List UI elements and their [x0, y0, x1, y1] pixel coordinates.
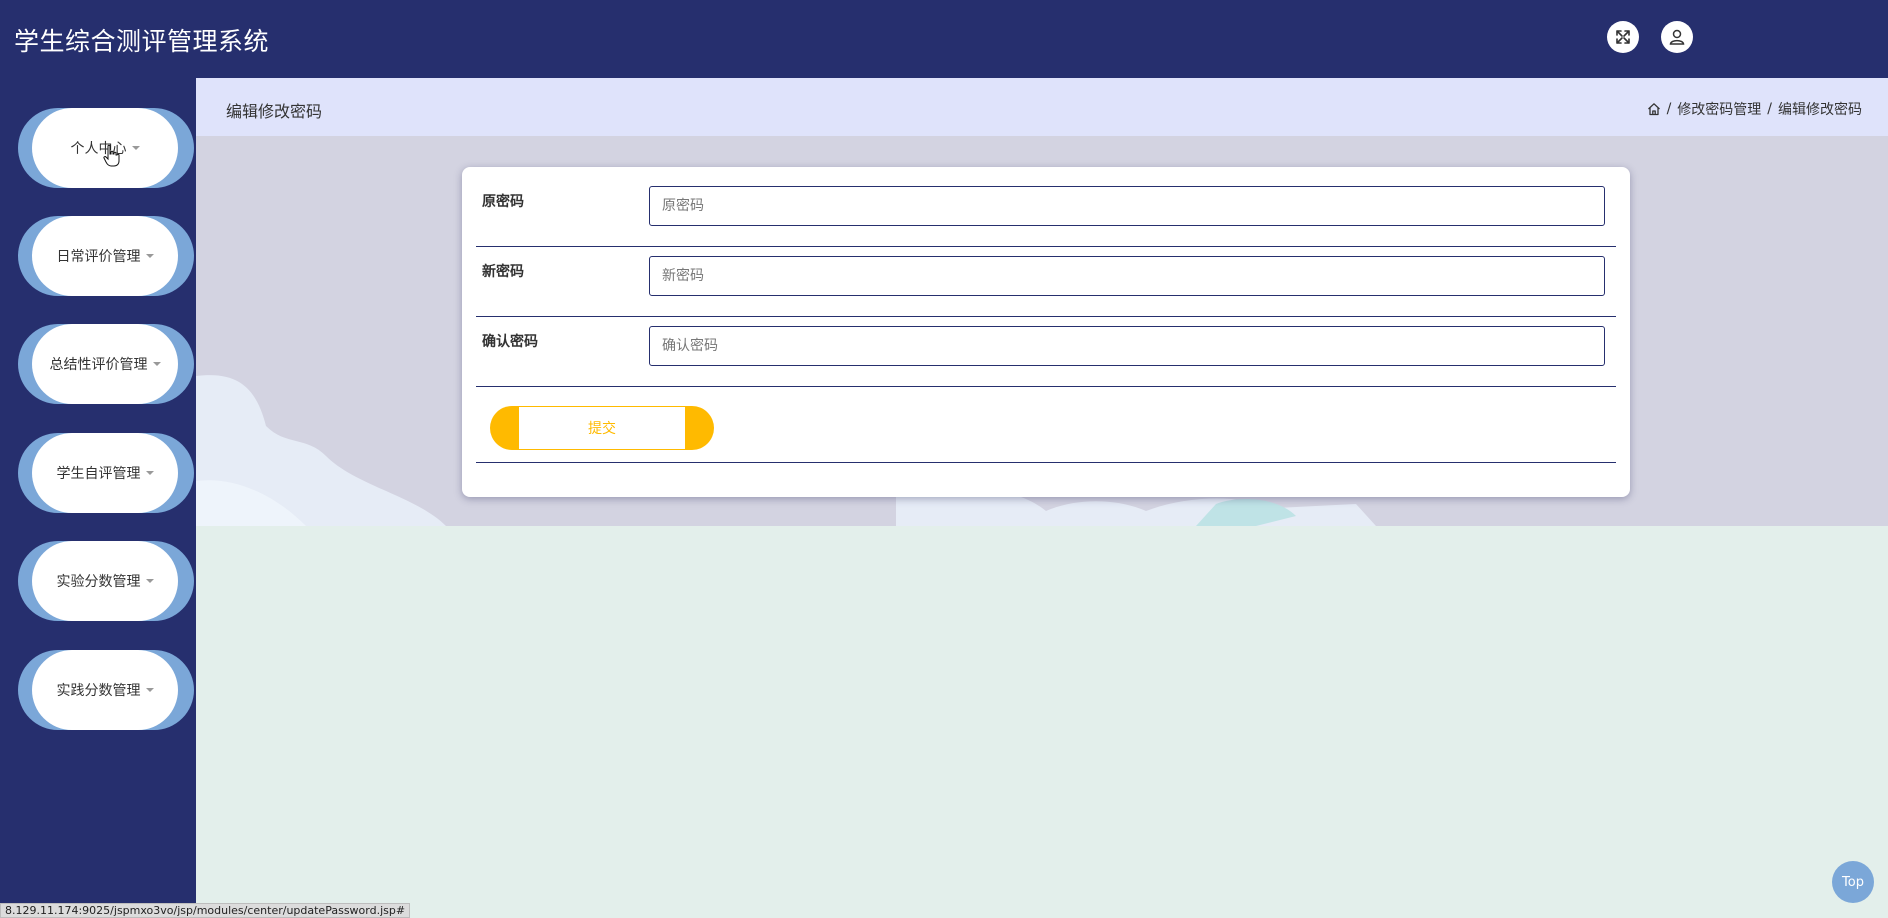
- sidebar-item-practice-scores[interactable]: 实践分数管理: [18, 650, 194, 730]
- sidebar-item-label: 学生自评管理: [56, 466, 141, 482]
- menu-pill: 实践分数管理: [32, 650, 178, 730]
- menu-pill: 日常评价管理: [32, 216, 178, 296]
- submit-button-label: 提交: [519, 407, 685, 449]
- form-row-confirm-password: 确认密码: [476, 317, 1616, 387]
- chevron-down-icon: [131, 146, 140, 150]
- app-title: 学生综合测评管理系统: [14, 27, 270, 56]
- new-password-input[interactable]: [649, 256, 1605, 296]
- confirm-password-input[interactable]: [649, 326, 1605, 366]
- sidebar-item-label: 总结性评价管理: [49, 357, 148, 373]
- home-icon[interactable]: [1647, 102, 1661, 116]
- user-menu-button[interactable]: [1661, 21, 1693, 53]
- menu-pill: 总结性评价管理: [32, 324, 178, 404]
- chevron-down-icon: [145, 579, 154, 583]
- sidebar-item-lab-scores[interactable]: 实验分数管理: [18, 541, 194, 621]
- hand-cursor-icon: [103, 144, 120, 167]
- back-to-top-button[interactable]: Top: [1832, 861, 1874, 903]
- form-row-new-password: 新密码: [476, 247, 1616, 317]
- breadcrumb: / 修改密码管理 / 编辑修改密码: [1647, 99, 1862, 119]
- user-icon: [1668, 28, 1686, 46]
- sidebar-item-label: 实践分数管理: [56, 683, 141, 699]
- form-row-old-password: 原密码: [476, 177, 1616, 247]
- new-password-label: 新密码: [482, 264, 524, 280]
- old-password-label: 原密码: [482, 194, 524, 210]
- fullscreen-button[interactable]: [1607, 21, 1639, 53]
- page-title: 编辑修改密码: [226, 102, 323, 121]
- breadcrumb-separator: /: [1767, 101, 1772, 117]
- chevron-down-icon: [145, 254, 154, 258]
- sidebar: 个人中心 日常评价管理 总结性评价管理 学生自评管理 实验分数管理 实践分数管理: [0, 78, 196, 918]
- breadcrumb-separator: /: [1666, 101, 1672, 117]
- sidebar-item-daily-evaluation[interactable]: 日常评价管理: [18, 216, 194, 296]
- password-form-card: 原密码 新密码 确认密码 提交: [462, 167, 1630, 497]
- sidebar-item-summative-evaluation[interactable]: 总结性评价管理: [18, 324, 194, 404]
- fullscreen-icon: [1614, 28, 1632, 46]
- breadcrumb-item-current: 编辑修改密码: [1778, 102, 1862, 118]
- sidebar-item-label: 实验分数管理: [56, 574, 141, 590]
- chevron-down-icon: [145, 471, 154, 475]
- breadcrumb-item-password-management[interactable]: 修改密码管理: [1677, 99, 1761, 119]
- browser-status-url: 8.129.11.174:9025/jspmxo3vo/jsp/modules/…: [0, 903, 411, 918]
- chevron-down-icon: [152, 362, 161, 366]
- chevron-down-icon: [145, 688, 154, 692]
- breadcrumb-bar: 编辑修改密码 / 修改密码管理 / 编辑修改密码: [196, 78, 1888, 136]
- sidebar-item-self-evaluation[interactable]: 学生自评管理: [18, 433, 194, 513]
- confirm-password-label: 确认密码: [482, 334, 538, 350]
- old-password-input[interactable]: [649, 186, 1605, 226]
- sidebar-item-label: 日常评价管理: [56, 249, 141, 265]
- submit-button[interactable]: 提交: [490, 406, 714, 450]
- top-header: 学生综合测评管理系统: [0, 0, 1888, 78]
- menu-pill: 实验分数管理: [32, 541, 178, 621]
- form-actions: 提交: [476, 389, 1616, 463]
- menu-pill: 学生自评管理: [32, 433, 178, 513]
